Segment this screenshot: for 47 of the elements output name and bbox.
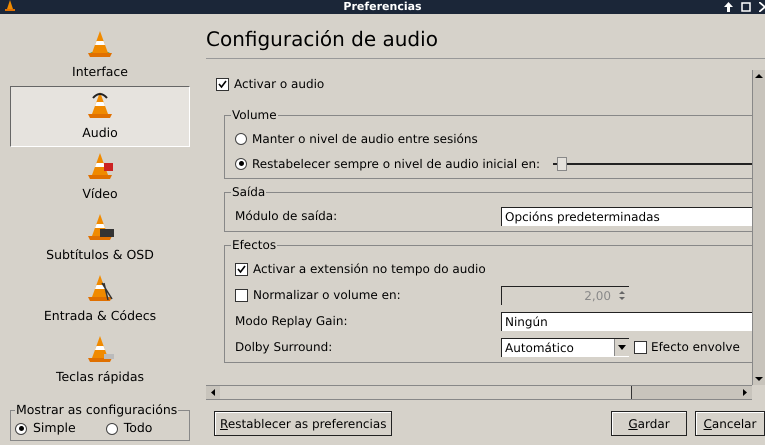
slider-thumb[interactable] <box>557 156 568 170</box>
checkbox[interactable] <box>235 262 248 276</box>
field-label: Modo Replay Gain: <box>235 313 349 330</box>
group-title: Saída <box>231 184 266 201</box>
dialog-button[interactable]: Gardar <box>611 411 687 436</box>
vertical-scrollbar[interactable] <box>752 70 765 385</box>
radio-label: Manter o nivel de audio entre sesións <box>252 130 478 148</box>
category-item[interactable]: Vídeo <box>10 147 190 208</box>
cone-icon <box>4 0 16 12</box>
radio-button[interactable] <box>106 422 118 435</box>
slider-track[interactable] <box>553 156 752 170</box>
dialog-button[interactable]: Cancelar <box>695 411 765 436</box>
checkbox[interactable] <box>634 340 647 354</box>
window-title: Preferencias <box>343 0 422 14</box>
radio-button[interactable] <box>235 158 247 170</box>
combo-field[interactable]: Opcións predeterminadas <box>501 206 752 226</box>
caret-icon <box>618 345 626 350</box>
horizontal-scrollbar[interactable] <box>206 385 752 400</box>
combo-field[interactable]: Ningún <box>501 312 752 330</box>
category-item[interactable]: Subtítulos & OSD <box>10 208 190 269</box>
dropdown[interactable]: Automático <box>501 338 629 356</box>
radio-button[interactable] <box>235 132 247 144</box>
checkbox-label: Efecto envolve <box>651 339 740 356</box>
checkbox[interactable] <box>216 78 229 90</box>
checkbox-label: Normalizar o volume en: <box>253 287 401 304</box>
checkbox[interactable] <box>235 288 248 302</box>
group-title: Volume <box>231 107 278 124</box>
checkbox-label: Activar a extensión no tempo do audio <box>253 261 486 278</box>
radio-button[interactable] <box>15 422 27 435</box>
checkbox-label: Activar o audio <box>234 76 324 93</box>
group-title: Efectos <box>231 237 278 254</box>
field-label: Dolby Surround: <box>235 339 334 356</box>
field-label: Módulo de saída: <box>235 208 338 225</box>
radio-label: Restabelecer sempre o nivel de audio inicial en: <box>252 156 540 172</box>
group-title: Mostrar as configuracións <box>15 401 178 419</box>
category-item[interactable]: Teclas rápidas <box>10 330 190 391</box>
category-item[interactable]: Interface <box>10 25 190 86</box>
maximize-icon[interactable] <box>741 2 751 12</box>
close-icon[interactable] <box>759 2 765 12</box>
dialog-button[interactable]: Restablecer as preferencias <box>214 411 392 436</box>
radio-label: Simple <box>33 419 76 438</box>
category-item[interactable]: Audio <box>10 86 190 147</box>
category-item[interactable]: Entrada & Códecs <box>10 269 190 330</box>
up-arrow-icon[interactable] <box>724 2 733 12</box>
scrollbar-thumb[interactable] <box>220 386 632 399</box>
page-title: Configuración de audio <box>206 14 765 59</box>
radio-label: Todo <box>124 419 152 438</box>
